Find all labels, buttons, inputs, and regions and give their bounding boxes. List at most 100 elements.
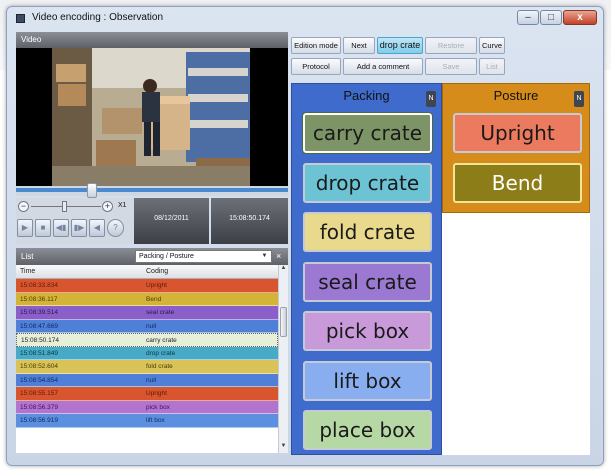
code-button-place-box[interactable]: place box bbox=[303, 410, 432, 450]
window-controls: – □ x bbox=[517, 10, 597, 25]
list-panel: List Packing / Posture ▼ × Time Coding 1… bbox=[16, 248, 288, 453]
step-forward-icon: ▮▶ bbox=[73, 223, 85, 232]
protocol-button[interactable]: Protocol bbox=[291, 58, 341, 75]
table-row[interactable]: 15:08:55.157 Upright bbox=[16, 387, 278, 401]
posture-empty-area bbox=[442, 213, 590, 455]
row-time: 15:08:56.919 bbox=[20, 417, 58, 424]
row-coding: drop crate bbox=[146, 349, 176, 357]
list-filter-value: Packing / Posture bbox=[139, 253, 194, 260]
row-coding: null bbox=[146, 376, 157, 384]
step-forward-button[interactable]: ▮▶ bbox=[71, 219, 87, 237]
row-time: 15:08:52.604 bbox=[20, 363, 58, 370]
close-icon: x bbox=[577, 12, 583, 23]
row-time: 15:08:54.854 bbox=[20, 376, 58, 384]
code-button-carry-crate[interactable]: carry crate bbox=[302, 112, 433, 154]
packing-badge[interactable]: N bbox=[426, 91, 436, 107]
close-button[interactable]: x bbox=[563, 10, 597, 25]
row-time: 15:08:51.849 bbox=[20, 349, 58, 357]
row-time: 15:08:47.669 bbox=[20, 322, 58, 330]
zoom-level: X1 bbox=[118, 202, 127, 209]
add-comment-button[interactable]: Add a comment bbox=[343, 58, 423, 75]
packing-title: Packing bbox=[343, 88, 390, 103]
play-button[interactable]: ▶ bbox=[17, 219, 33, 237]
next-button[interactable]: Next bbox=[343, 37, 375, 54]
scrollbar-thumb[interactable] bbox=[280, 307, 287, 337]
table-row[interactable]: 15:08:36.117 Bend bbox=[16, 292, 278, 306]
code-button-pick-box[interactable]: pick box bbox=[303, 311, 432, 351]
row-coding: Bend bbox=[146, 295, 162, 303]
video-panel-header: Video bbox=[16, 32, 288, 48]
help-icon: ? bbox=[113, 223, 118, 232]
table-row[interactable]: 15:08:56.919 lift box bbox=[16, 414, 278, 428]
zoom-in-icon[interactable]: + bbox=[102, 201, 113, 212]
speaker-icon: ◀ bbox=[93, 223, 101, 232]
list-filter-select[interactable]: Packing / Posture ▼ bbox=[135, 250, 272, 263]
scroll-down-icon[interactable]: ▼ bbox=[279, 443, 288, 453]
table-header: Time Coding bbox=[16, 265, 278, 279]
minimize-button[interactable]: – bbox=[517, 10, 539, 25]
save-button[interactable]: Save bbox=[425, 58, 477, 75]
list-scrollbar[interactable]: ▲ ▼ bbox=[278, 265, 288, 453]
table-row[interactable]: 15:08:51.849 drop crate bbox=[16, 346, 278, 360]
posture-badge[interactable]: N bbox=[574, 91, 584, 107]
code-button-fold-crate[interactable]: fold crate bbox=[303, 212, 432, 252]
current-code-button[interactable]: drop crate bbox=[377, 37, 423, 54]
row-coding: null bbox=[146, 322, 157, 330]
curve-button[interactable]: Curve bbox=[479, 37, 505, 54]
video-time: 15:08:50.174 bbox=[211, 198, 288, 244]
edition-mode-button[interactable]: Edition mode bbox=[291, 37, 341, 54]
row-coding: Upright bbox=[146, 390, 167, 397]
column-header-time[interactable]: Time bbox=[16, 265, 142, 278]
packing-column: Packing N carry crate drop crate fold crat… bbox=[291, 83, 442, 455]
zoom-thumb[interactable] bbox=[62, 201, 67, 212]
zoom-control: − + X1 bbox=[18, 201, 130, 213]
step-back-button[interactable]: ◀▮ bbox=[53, 219, 69, 237]
maximize-icon: □ bbox=[547, 12, 555, 23]
row-time: 15:08:36.117 bbox=[20, 295, 58, 303]
code-button-bend[interactable]: Bend bbox=[453, 162, 582, 203]
table-row[interactable]: 15:08:56.379 pick box bbox=[16, 400, 278, 414]
code-button-seal-crate[interactable]: seal crate bbox=[303, 261, 432, 302]
list-close-icon[interactable]: × bbox=[276, 251, 281, 261]
coding-table: Time Coding 15:08:33.834 Upright 15:08:36.… bbox=[16, 265, 278, 428]
step-back-icon: ◀▮ bbox=[55, 223, 67, 232]
warehouse-video-image bbox=[16, 48, 288, 186]
row-time: 15:08:56.379 bbox=[20, 403, 58, 411]
row-time: 15:08:33.834 bbox=[20, 282, 58, 289]
posture-title: Posture bbox=[493, 88, 539, 103]
table-row[interactable]: 15:08:39.514 seal crate bbox=[16, 306, 278, 320]
table-row[interactable]: 15:08:54.854 null bbox=[16, 373, 278, 387]
video-frame[interactable] bbox=[16, 48, 288, 186]
stop-icon: ■ bbox=[40, 223, 46, 232]
table-row[interactable]: 15:08:50.174 carry crate bbox=[16, 333, 278, 347]
list-header: List Packing / Posture ▼ × bbox=[16, 248, 288, 265]
help-button[interactable]: ? bbox=[107, 219, 124, 237]
scroll-up-icon[interactable]: ▲ bbox=[279, 265, 288, 275]
table-row[interactable]: 15:08:33.834 Upright bbox=[16, 279, 278, 293]
minimize-icon: – bbox=[525, 12, 531, 23]
row-coding: pick box bbox=[146, 403, 170, 411]
row-coding: fold crate bbox=[146, 363, 173, 370]
row-time: 15:08:39.514 bbox=[20, 309, 58, 316]
row-coding: Upright bbox=[146, 282, 167, 289]
transport-buttons: ▶ ■ ◀▮ ▮▶ ◀ ? bbox=[17, 219, 124, 237]
app-icon bbox=[16, 14, 25, 23]
seek-thumb[interactable] bbox=[87, 183, 98, 198]
maximize-button[interactable]: □ bbox=[540, 10, 562, 25]
seek-fill bbox=[16, 188, 288, 192]
column-header-coding[interactable]: Coding bbox=[142, 265, 278, 278]
stop-button[interactable]: ■ bbox=[35, 219, 51, 237]
row-time: 15:08:50.174 bbox=[21, 337, 59, 344]
restore-button[interactable]: Restore bbox=[425, 37, 477, 54]
volume-button[interactable]: ◀ bbox=[89, 219, 105, 237]
table-row[interactable]: 15:08:47.669 null bbox=[16, 319, 278, 333]
code-button-lift-box[interactable]: lift box bbox=[303, 360, 432, 401]
code-button-upright[interactable]: Upright bbox=[453, 113, 582, 153]
code-button-drop-crate[interactable]: drop crate bbox=[303, 162, 432, 203]
table-row[interactable]: 15:08:52.604 fold crate bbox=[16, 360, 278, 374]
zoom-out-icon[interactable]: − bbox=[18, 201, 29, 212]
list-button[interactable]: List bbox=[479, 58, 505, 75]
list-title: List bbox=[21, 252, 34, 261]
row-coding: lift box bbox=[146, 417, 165, 424]
toolbar: Edition mode Next drop crate Restore Cur… bbox=[291, 32, 561, 80]
